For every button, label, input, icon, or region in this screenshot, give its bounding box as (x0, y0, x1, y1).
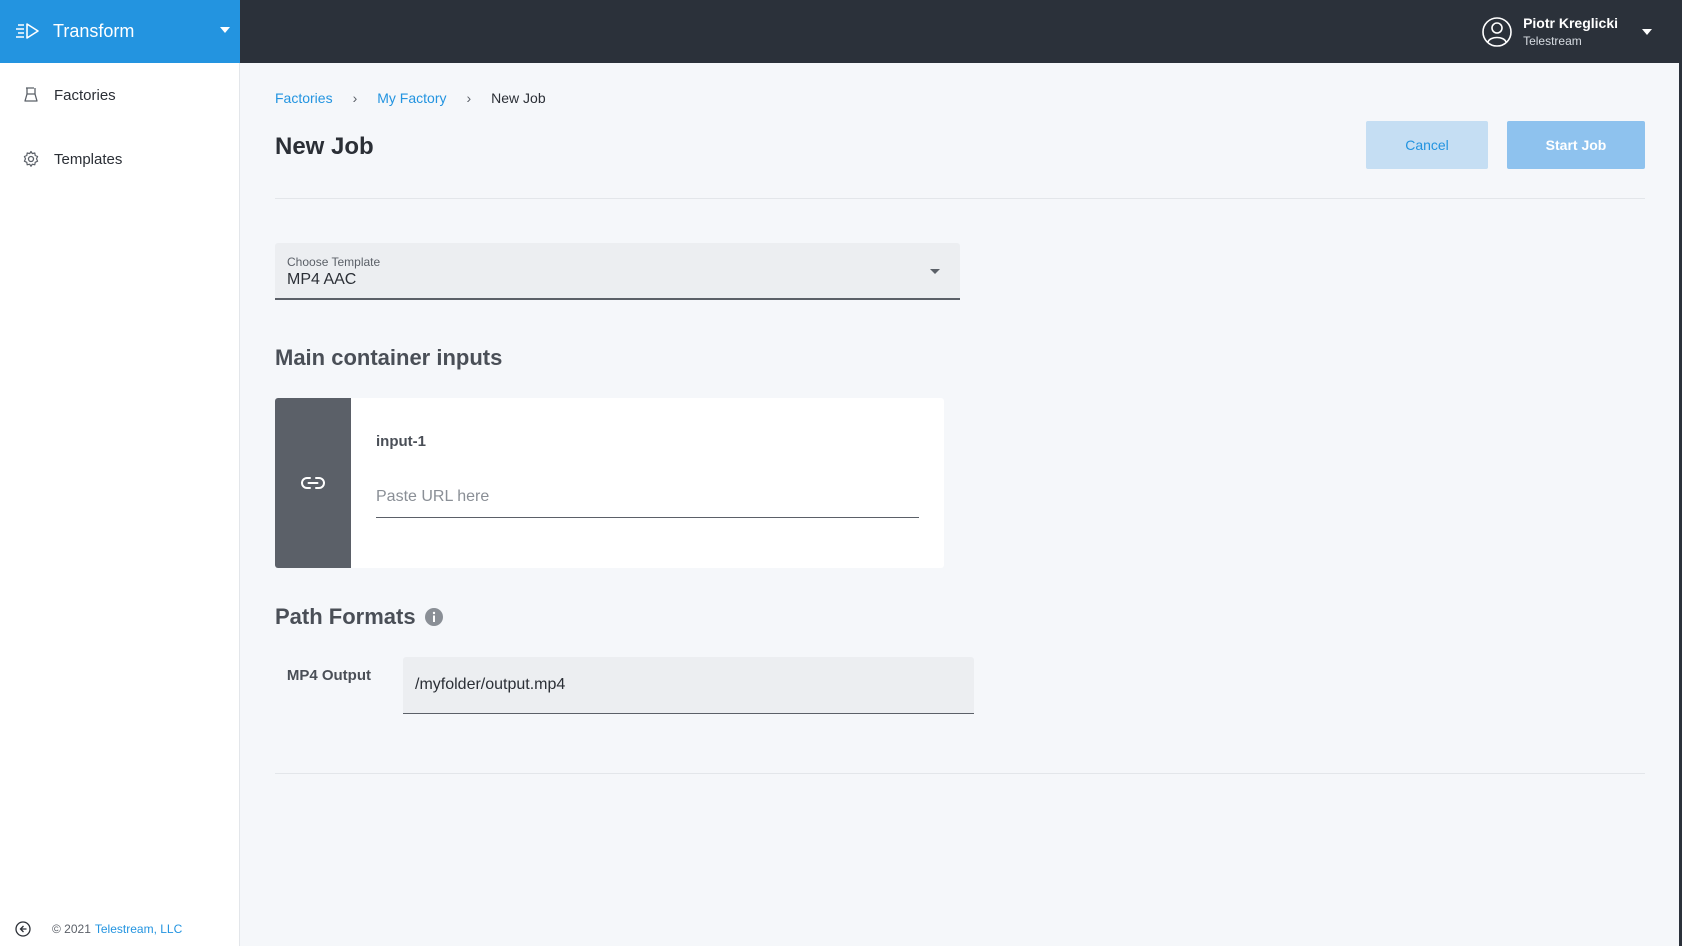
input-card-label: input-1 (376, 433, 426, 450)
gear-icon (23, 150, 39, 167)
breadcrumb-current: New Job (491, 90, 546, 106)
company-link[interactable]: Telestream, LLC (95, 922, 182, 936)
chevron-down-icon (1642, 28, 1652, 35)
divider (275, 773, 1645, 774)
path-format-label: MP4 Output (286, 667, 371, 684)
factory-icon (24, 87, 38, 102)
input-type-panel (275, 398, 351, 568)
collapse-sidebar-icon[interactable] (14, 920, 32, 938)
cancel-button[interactable]: Cancel (1366, 121, 1488, 169)
user-info: Piotr Kreglicki Telestream (1523, 14, 1618, 50)
url-input[interactable] (376, 476, 919, 518)
info-icon[interactable] (424, 607, 444, 627)
user-avatar-icon (1482, 16, 1512, 47)
sidebar: Factories Templates © 2021 Telestream, L… (0, 63, 240, 946)
chevron-down-icon (930, 269, 940, 274)
sidebar-footer: © 2021 Telestream, LLC (14, 920, 182, 938)
template-select[interactable]: Choose Template MP4 AAC (275, 243, 960, 300)
app-switcher[interactable]: Transform (0, 0, 240, 63)
top-bar: Transform Piotr Kreglicki Telestream (0, 0, 1682, 63)
sidebar-item-templates[interactable]: Templates (0, 127, 239, 191)
page-title: New Job (275, 133, 374, 160)
chevron-down-icon (220, 27, 230, 33)
divider (275, 198, 1645, 199)
breadcrumb-separator: › (466, 90, 472, 106)
breadcrumb-factories[interactable]: Factories (275, 90, 333, 106)
template-select-value: MP4 AAC (287, 271, 357, 288)
path-format-input[interactable] (403, 657, 974, 714)
link-icon (301, 477, 325, 489)
breadcrumb: Factories › My Factory › New Job (275, 90, 546, 106)
app-name: Transform (53, 21, 135, 41)
inputs-section-title: Main container inputs (275, 345, 503, 370)
breadcrumb-my-factory[interactable]: My Factory (377, 90, 446, 106)
breadcrumb-separator: › (352, 90, 358, 106)
path-formats-title-text: Path Formats (275, 604, 416, 629)
sidebar-item-factories[interactable]: Factories (0, 63, 239, 127)
path-formats-title: Path Formats (275, 604, 444, 630)
sidebar-item-label: Templates (54, 150, 123, 168)
transform-logo-icon (16, 22, 39, 39)
template-select-label: Choose Template (287, 255, 381, 269)
input-card: input-1 (275, 398, 944, 568)
user-org: Telestream (1523, 33, 1582, 48)
sidebar-item-label: Factories (54, 86, 116, 104)
copyright-text: © 2021 (52, 922, 91, 936)
user-name: Piotr Kreglicki (1523, 14, 1618, 31)
user-menu[interactable]: Piotr Kreglicki Telestream (1481, 0, 1652, 63)
start-job-button[interactable]: Start Job (1507, 121, 1645, 169)
